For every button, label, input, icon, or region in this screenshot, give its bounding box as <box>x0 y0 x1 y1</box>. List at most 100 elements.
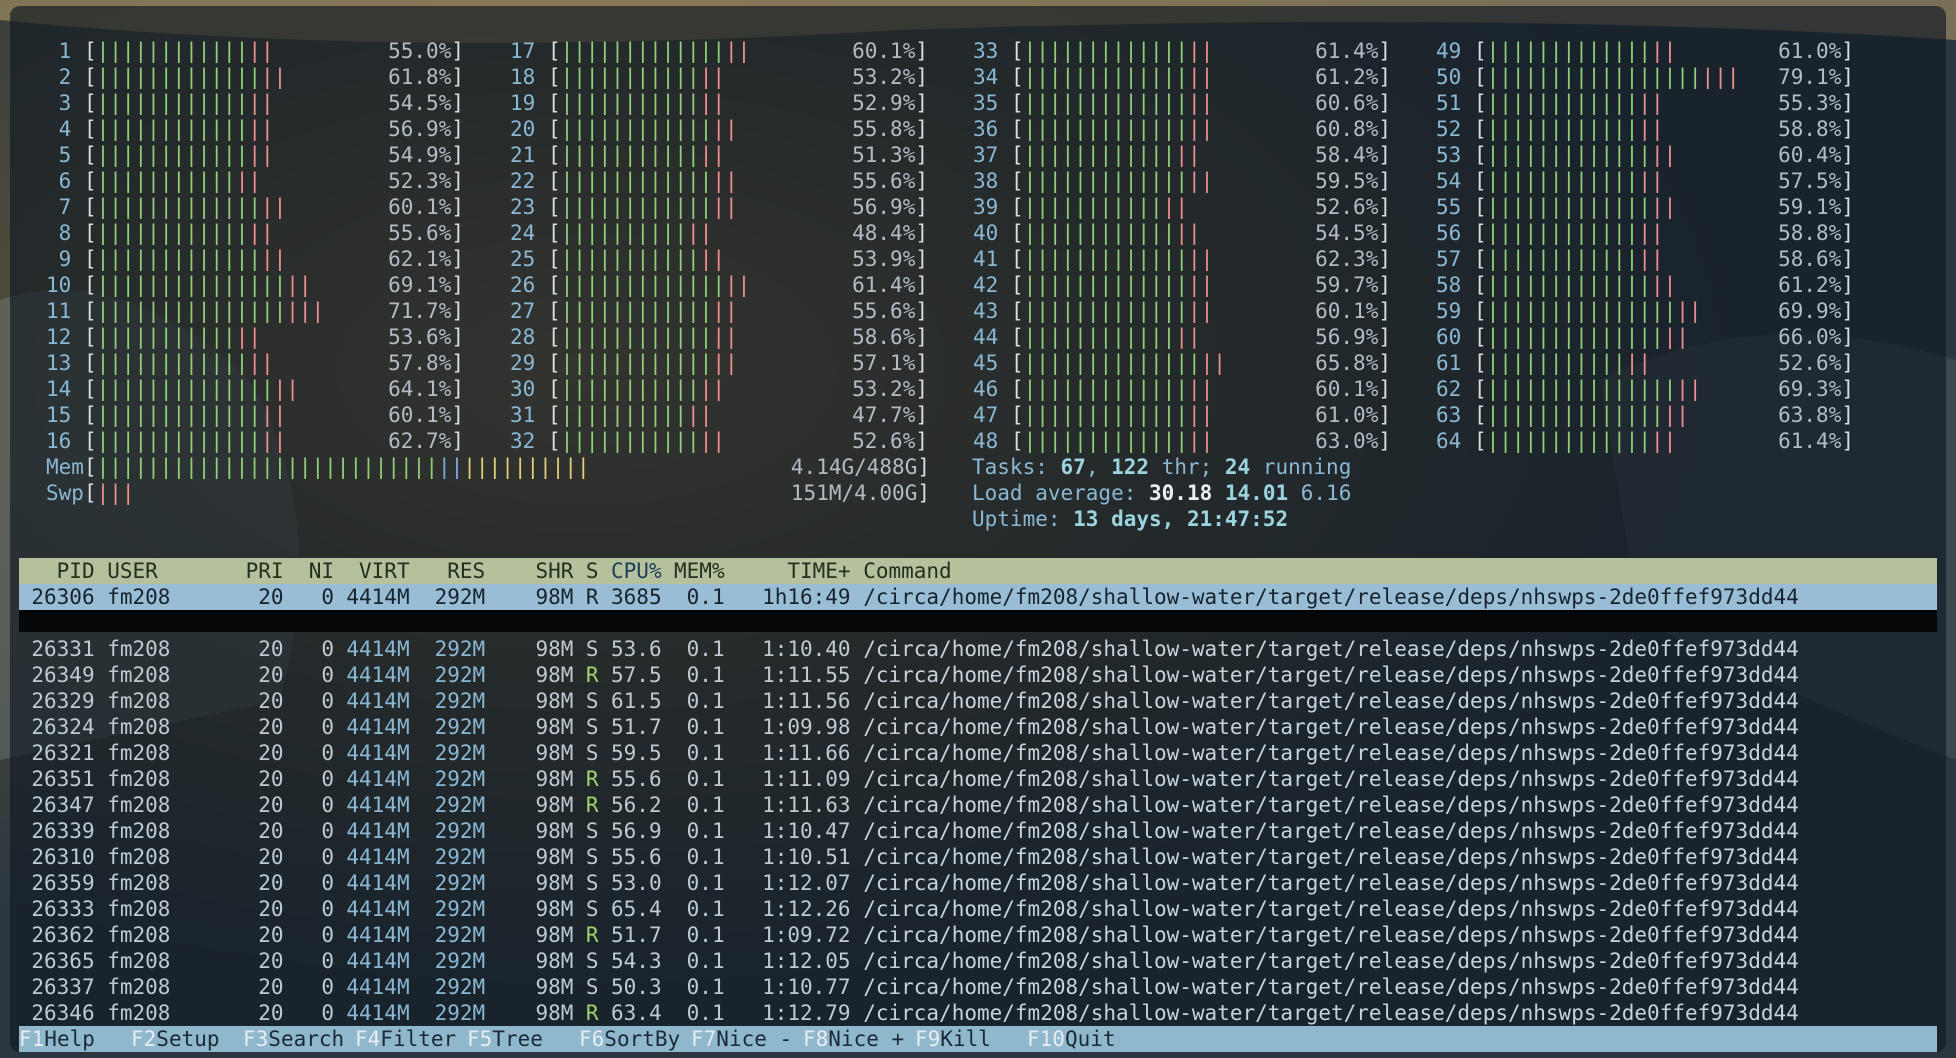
cpu-id: 61 <box>1436 351 1462 375</box>
fkey-label: Filter <box>380 1027 457 1051</box>
process-row[interactable]: 26324 fm208 20 0 4414M 292M 98M S 51.7 0.1 1:09.98… <box>19 714 1937 740</box>
cell-virt: 4414M <box>346 949 410 973</box>
cell-s: S <box>585 897 599 921</box>
process-row[interactable]: 26365 fm208 20 0 4414M 292M 98M S 54.3 0.1 1:12.05… <box>19 948 1937 974</box>
bracket-open: [ <box>1010 325 1024 349</box>
process-row[interactable]: 26321 fm208 20 0 4414M 292M 98M S 59.5 0.1 1:11.66… <box>19 740 1937 766</box>
cpu-bar-user: ||||||||||||| <box>1486 195 1651 219</box>
cpu-meter-1: 1 [|||||||||||||| <box>46 38 274 64</box>
fkey-f8[interactable]: F8Nice + <box>803 1026 904 1052</box>
cpu-percent-value: 58.4% <box>1315 143 1379 167</box>
fkey-f2[interactable]: F2Setup <box>131 1026 220 1052</box>
cell-cpu: 63.4 <box>611 1001 662 1025</box>
process-row[interactable]: 26337 fm208 20 0 4414M 292M 98M S 50.3 0.1 1:10.77… <box>19 974 1937 1000</box>
cpu-id: 56 <box>1436 221 1462 245</box>
cpu-id: 10 <box>46 273 72 297</box>
fkey-f3[interactable]: F3Search <box>243 1026 344 1052</box>
table-header-row[interactable]: PID USER PRI NI VIRT RES SHR S CPU% MEM% TIME+ Comm… <box>19 558 1937 584</box>
cpu-meter-35: 35 [||||||||||||||| <box>973 90 1213 116</box>
cpu-bar-kernel: || <box>712 169 738 193</box>
cpu-bar-user: ||||||||||||| <box>1023 65 1188 89</box>
process-row[interactable]: 26347 fm208 20 0 4414M 292M 98M R 56.2 0.1 1:11.63… <box>19 792 1937 818</box>
bracket-open: [ <box>1010 273 1024 297</box>
process-row[interactable]: 26329 fm208 20 0 4414M 292M 98M S 61.5 0.1 1:11.56… <box>19 688 1937 714</box>
process-row[interactable]: 26359 fm208 20 0 4414M 292M 98M S 53.0 0.1 1:12.07… <box>19 870 1937 896</box>
cpu-id: 35 <box>973 91 999 115</box>
process-row[interactable]: 26339 fm208 20 0 4414M 292M 98M S 56.9 0.1 1:10.47… <box>19 818 1937 844</box>
cpu-percent-value: 61.2% <box>1315 65 1379 89</box>
process-row[interactable]: 26351 fm208 20 0 4414M 292M 98M R 55.6 0.1 1:11.09… <box>19 766 1937 792</box>
cell-res: 292M <box>434 949 486 973</box>
cpu-bar-kernel: || <box>1638 221 1664 245</box>
fkey-f1[interactable]: F1Help <box>19 1026 95 1052</box>
bracket-open: [ <box>547 351 561 375</box>
cpu-id: 42 <box>973 273 999 297</box>
cpu-id: 16 <box>46 429 72 453</box>
fkey-f6[interactable]: F6SortBy <box>579 1026 680 1052</box>
fkey-f5[interactable]: F5Tree <box>467 1026 543 1052</box>
cpu-bar-kernel: || <box>699 429 725 453</box>
cell-mem: 0.1 <box>686 741 725 765</box>
cpu-bar-kernel: || <box>724 39 751 63</box>
cell-ni: 0 <box>321 949 334 973</box>
bracket-close: ] <box>915 195 928 219</box>
cell-cpu: 54.3 <box>611 949 662 973</box>
cell-shr: 98M <box>535 767 574 791</box>
bracket-close: ] <box>915 351 928 375</box>
bracket-close: ] <box>1378 273 1391 297</box>
cpu-percent-value: 66.0% <box>1778 325 1842 349</box>
cpu-meter-60: 60 [|||||||||||||||| <box>1436 324 1689 350</box>
cpu-id: 1 <box>46 39 72 63</box>
cell-pri: 20 <box>258 923 284 947</box>
fkey-f4[interactable]: F4Filter <box>355 1026 456 1052</box>
cell-cpu: CPU% <box>611 559 662 583</box>
cell-cpu: 55.6 <box>611 767 662 791</box>
cpu-meter-53: 53 [||||||||||||||| <box>1436 142 1676 168</box>
cpu-meter-43: 43 [||||||||||||||| <box>973 298 1213 324</box>
bracket-open: [ <box>83 325 97 349</box>
cpu-id: 50 <box>1436 65 1462 89</box>
cell-cpu: 53.6 <box>611 637 662 661</box>
cell-user: fm208 <box>107 767 171 791</box>
cpu-meter-38: 38 [||||||||||||||| <box>973 168 1213 194</box>
load-15min: 6.16 <box>1300 481 1352 505</box>
bracket-close: ] <box>451 325 464 349</box>
cpu-bar-user: |||||||||||| <box>560 195 713 219</box>
cell-virt: 4414M <box>346 845 410 869</box>
fkey-label: Quit <box>1064 1027 1116 1051</box>
fkey-key: F3 <box>243 1027 269 1051</box>
cell-pid: 26347 <box>31 793 95 817</box>
cpu-bar-user: ||||||||||||| <box>96 429 261 453</box>
threads-count: 122 <box>1111 455 1150 479</box>
cpu-bar-kernel: || <box>260 65 287 89</box>
cell-s: R <box>585 1001 599 1025</box>
process-row[interactable]: 26346 fm208 20 0 4414M 292M 98M R 63.4 0.1 1:12.79… <box>19 1000 1937 1026</box>
cell-shr: 98M <box>535 819 574 843</box>
cell-user: fm208 <box>107 715 171 739</box>
fkey-f10[interactable]: F10Quit <box>1027 1026 1116 1052</box>
bracket-close: ] <box>1841 377 1854 401</box>
bracket-close: ] <box>451 143 464 167</box>
cell-command: /circa/home/fm208/shallow-water/target/r… <box>863 949 1799 973</box>
bracket-close: ] <box>915 325 928 349</box>
process-row[interactable]: 26310 fm208 20 0 4414M 292M 98M S 55.6 0.1 1:10.51… <box>19 844 1937 870</box>
process-row[interactable]: 26362 fm208 20 0 4414M 292M 98M R 51.7 0.1 1:09.72… <box>19 922 1937 948</box>
process-row[interactable]: 26333 fm208 20 0 4414M 292M 98M S 65.4 0.1 1:12.26… <box>19 896 1937 922</box>
cpu-id: 40 <box>973 221 999 245</box>
cell-pid: 26324 <box>31 715 95 739</box>
fkey-label: Nice + <box>828 1027 905 1051</box>
mem-label: Mem <box>46 455 84 479</box>
cpu-bar-kernel: || <box>699 143 725 167</box>
process-row[interactable]: 26331 fm208 20 0 4414M 292M 98M S 53.6 0.1 1:10.40… <box>19 636 1937 662</box>
cell-shr: 98M <box>535 715 574 739</box>
cpu-percent-25: 53.9%] <box>760 246 928 272</box>
fkey-f9[interactable]: F9Kill <box>915 1026 991 1052</box>
cpu-id: 28 <box>510 325 536 349</box>
cpu-percent-20: 55.8%] <box>760 116 928 142</box>
fkey-key: F8 <box>803 1027 829 1051</box>
cell-user: fm208 <box>107 1001 171 1025</box>
process-row[interactable]: 26349 fm208 20 0 4414M 292M 98M R 57.5 0.1 1:11.55… <box>19 662 1937 688</box>
cpu-meter-14: 14 [|||||||||||||||| <box>46 376 299 402</box>
fkey-f7[interactable]: F7Nice - <box>691 1026 792 1052</box>
selected-process[interactable]: 26306 fm208 20 0 4414M 292M 98M R 3685 0.1 1h16:49… <box>19 584 1937 610</box>
